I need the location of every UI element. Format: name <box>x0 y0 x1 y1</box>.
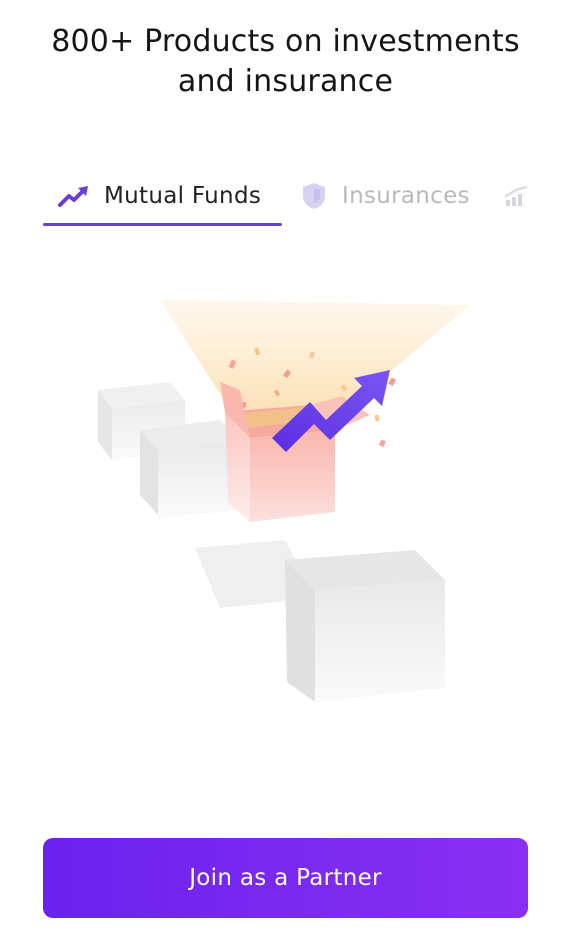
tab-mutual-funds[interactable]: Mutual Funds <box>58 168 261 224</box>
tab-more[interactable] <box>504 168 530 224</box>
bar-chart-icon <box>504 185 528 206</box>
tab-insurances-label: Insurances <box>342 183 470 209</box>
trending-up-icon <box>58 186 88 207</box>
join-as-partner-button[interactable]: Join as a Partner <box>43 838 528 918</box>
page-title-line-2: and insurance <box>177 64 394 99</box>
gift-box-illustration <box>98 300 470 702</box>
page-title: 800+ Products on investments and insuran… <box>0 22 571 102</box>
tab-insurances[interactable]: Insurances <box>300 168 470 224</box>
active-tab-indicator <box>43 223 282 226</box>
shield-icon <box>303 183 325 209</box>
product-tabs: Mutual Funds Insurances <box>0 168 571 228</box>
page-title-line-1: 800+ Products on investments <box>51 24 520 59</box>
tab-mutual-funds-label: Mutual Funds <box>104 183 262 209</box>
